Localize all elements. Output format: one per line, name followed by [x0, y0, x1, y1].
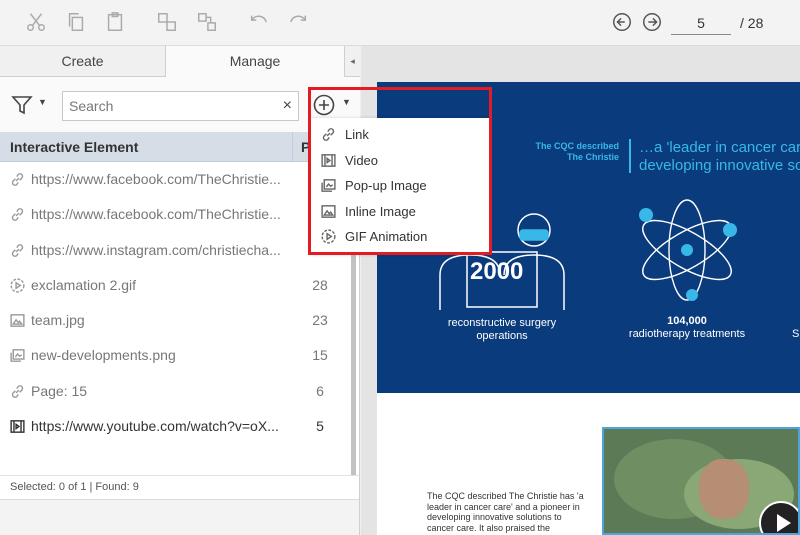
link-icon: [9, 383, 26, 400]
list-item[interactable]: team.jpg 23: [0, 303, 350, 338]
cqc-quote: …a 'leader in cancer care developing inn…: [639, 139, 800, 175]
document-body-text: The CQC described The Christie has 'a le…: [427, 491, 584, 533]
tab-create[interactable]: Create: [0, 46, 166, 77]
page-total: / 28: [740, 15, 764, 31]
list-item-label: team.jpg: [31, 312, 85, 329]
play-icon[interactable]: [759, 501, 798, 533]
link-icon: [9, 171, 26, 188]
stat-surgery-value: 2000: [470, 258, 524, 285]
paste-icon[interactable]: [103, 10, 127, 34]
list-item[interactable]: https://www.facebook.com/TheChristie...: [0, 197, 350, 232]
list-item[interactable]: new-developments.png 15: [0, 338, 350, 373]
list-item[interactable]: Page: 15 6: [0, 374, 350, 409]
search-box: ×: [62, 91, 299, 121]
list-item-page: 28: [312, 276, 328, 293]
list-item-label: https://www.facebook.com/TheChristie...: [31, 171, 281, 187]
filter-caret-icon[interactable]: ▼: [38, 97, 47, 107]
collapse-panel-button[interactable]: ◂: [344, 46, 360, 77]
link-icon: [9, 242, 26, 259]
menu-item-link[interactable]: Link: [311, 122, 489, 147]
search-input[interactable]: [69, 96, 269, 116]
page-number-input[interactable]: [671, 11, 731, 35]
video-icon: [320, 152, 337, 169]
filter-icon[interactable]: [10, 93, 34, 117]
image-icon: [9, 312, 26, 329]
list-item-page: 5: [316, 418, 324, 435]
group-icon[interactable]: [155, 10, 179, 34]
panel-footer: [0, 499, 359, 535]
add-caret-icon[interactable]: ▼: [342, 97, 351, 107]
image-icon: [320, 203, 337, 220]
stat-radiotherapy-label: radiotherapy treatments: [628, 328, 746, 340]
menu-item-label: Video: [345, 152, 379, 168]
previous-page-icon[interactable]: [610, 10, 634, 34]
cqc-divider: [629, 139, 631, 173]
list-item-label: https://www.facebook.com/TheChristie...: [31, 206, 281, 223]
column-interactive-element[interactable]: Interactive Element: [10, 139, 138, 155]
video-icon: [9, 418, 26, 435]
list-item[interactable]: https://www.facebook.com/TheChristie...: [0, 162, 350, 197]
cqc-caption: The CQC described The Christie: [535, 141, 619, 162]
gif-icon: [9, 277, 26, 294]
list-item[interactable]: https://www.youtube.com/watch?v=oX... 5: [0, 409, 350, 444]
list-header: Interactive Element Pa: [0, 132, 350, 162]
popup-image-icon: [320, 177, 337, 194]
video-person: [699, 459, 749, 519]
interactive-elements-panel: Create Manage ◂ ▼ × ▼ Interactive Elemen…: [0, 46, 360, 535]
add-element-icon[interactable]: [312, 93, 336, 117]
list-item-label: Page: 15: [31, 382, 88, 399]
panel-tabs: Create Manage ◂: [0, 46, 360, 77]
status-text: Selected: 0 of 1 | Found: 9: [10, 481, 139, 493]
stat-third-label: S: [792, 328, 800, 340]
menu-item-label: Pop-up Image: [345, 178, 427, 193]
menu-item-gif-animation[interactable]: GIF Animation: [311, 224, 489, 249]
video-element[interactable]: [602, 427, 800, 535]
list-item-label: https://www.youtube.com/watch?v=oX...: [31, 418, 279, 435]
redo-icon[interactable]: [286, 10, 310, 34]
link-icon: [320, 126, 337, 143]
status-bar: Selected: 0 of 1 | Found: 9: [0, 475, 359, 499]
tab-manage[interactable]: Manage: [166, 46, 344, 77]
menu-item-label: Inline Image: [345, 203, 416, 219]
gif-icon: [320, 228, 337, 245]
link-icon: [9, 206, 26, 223]
add-element-menu: Link Video Pop-up Image Inline Image GIF…: [311, 118, 489, 253]
menu-item-video[interactable]: Video: [311, 148, 489, 173]
list-item-label: exclamation 2.gif: [31, 276, 137, 293]
copy-icon[interactable]: [64, 10, 88, 34]
menu-item-label: GIF Animation: [345, 229, 428, 244]
menu-item-popup-image[interactable]: Pop-up Image: [311, 173, 489, 198]
list-item-label: new-developments.png: [31, 347, 176, 364]
cqc-quote-line1: …a 'leader in cancer care: [639, 139, 800, 156]
menu-item-inline-image[interactable]: Inline Image: [311, 199, 489, 224]
atom-illustration: [639, 199, 737, 301]
filter-row: ▼ × ▼: [0, 77, 360, 132]
next-page-icon[interactable]: [640, 10, 664, 34]
list-item-label: https://www.instagram.com/christiecha...: [31, 241, 281, 258]
list-item[interactable]: https://www.instagram.com/christiecha...: [0, 233, 350, 268]
elements-list: https://www.facebook.com/TheChristie... …: [0, 162, 350, 444]
list-item-page: 15: [312, 347, 328, 364]
main-toolbar: / 28: [0, 0, 800, 46]
stat-radiotherapy-value: 104,000: [667, 315, 707, 327]
list-item-page: 23: [312, 312, 328, 329]
cut-icon[interactable]: [24, 10, 48, 34]
ungroup-icon[interactable]: [195, 10, 219, 34]
list-item[interactable]: exclamation 2.gif 28: [0, 268, 350, 303]
menu-item-label: Link: [345, 127, 369, 142]
popup-image-icon: [9, 347, 26, 364]
stat-surgery-label: reconstructive surgery operations: [447, 317, 557, 342]
clear-search-icon[interactable]: ×: [283, 97, 292, 115]
cqc-quote-line2: developing innovative solu: [639, 157, 800, 174]
list-item-page: 6: [316, 382, 324, 399]
undo-icon[interactable]: [247, 10, 271, 34]
